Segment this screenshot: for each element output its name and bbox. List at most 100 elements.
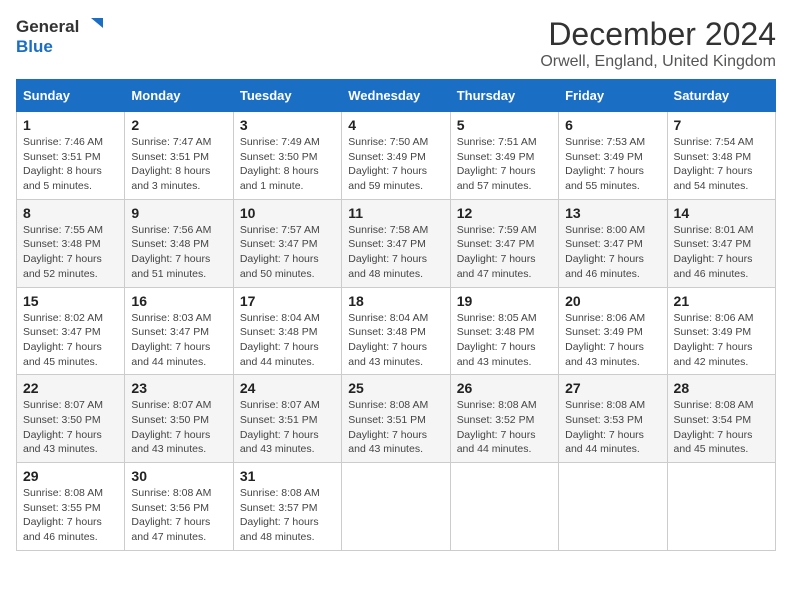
day-info: Sunrise: 7:49 AMSunset: 3:50 PMDaylight:… — [240, 135, 335, 194]
header-day-tuesday: Tuesday — [233, 80, 341, 112]
day-info: Sunrise: 7:57 AMSunset: 3:47 PMDaylight:… — [240, 223, 335, 282]
day-number: 10 — [240, 205, 335, 221]
calendar-cell: 21Sunrise: 8:06 AMSunset: 3:49 PMDayligh… — [667, 287, 775, 375]
day-info: Sunrise: 7:58 AMSunset: 3:47 PMDaylight:… — [348, 223, 443, 282]
header-day-monday: Monday — [125, 80, 233, 112]
calendar-cell: 5Sunrise: 7:51 AMSunset: 3:49 PMDaylight… — [450, 112, 558, 200]
month-title: December 2024 — [540, 16, 776, 53]
header-day-wednesday: Wednesday — [342, 80, 450, 112]
location-text: Orwell, England, United Kingdom — [540, 53, 776, 71]
day-number: 1 — [23, 117, 118, 133]
header-day-thursday: Thursday — [450, 80, 558, 112]
day-number: 6 — [565, 117, 660, 133]
day-info: Sunrise: 7:55 AMSunset: 3:48 PMDaylight:… — [23, 223, 118, 282]
day-info: Sunrise: 7:50 AMSunset: 3:49 PMDaylight:… — [348, 135, 443, 194]
calendar-cell: 26Sunrise: 8:08 AMSunset: 3:52 PMDayligh… — [450, 375, 558, 463]
day-info: Sunrise: 8:08 AMSunset: 3:51 PMDaylight:… — [348, 398, 443, 457]
calendar-header-row: SundayMondayTuesdayWednesdayThursdayFrid… — [17, 80, 776, 112]
calendar-body: 1 Sunrise: 7:46 AMSunset: 3:51 PMDaylight… — [17, 112, 776, 551]
calendar-cell: 22 Sunrise: 8:07 AMSunset: 3:50 PMDayligh… — [17, 375, 125, 463]
day-info: Sunrise: 8:00 AMSunset: 3:47 PMDaylight:… — [565, 223, 660, 282]
calendar-cell: 2Sunrise: 7:47 AMSunset: 3:51 PMDaylight… — [125, 112, 233, 200]
day-info: Sunrise: 7:46 AMSunset: 3:51 PMDaylight:… — [23, 135, 118, 194]
day-number: 26 — [457, 380, 552, 396]
calendar-cell: 13 Sunrise: 8:00 AMSunset: 3:47 PMDayligh… — [559, 199, 667, 287]
calendar-cell — [342, 463, 450, 551]
day-info: Sunrise: 8:01 AMSunset: 3:47 PMDaylight:… — [674, 223, 769, 282]
calendar-cell — [667, 463, 775, 551]
day-number: 8 — [23, 205, 118, 221]
day-number: 16 — [131, 293, 226, 309]
calendar-cell — [450, 463, 558, 551]
day-number: 15 — [23, 293, 118, 309]
day-info: Sunrise: 8:07 AMSunset: 3:50 PMDaylight:… — [23, 398, 118, 457]
day-number: 13 — [565, 205, 660, 221]
day-info: Sunrise: 8:08 AMSunset: 3:55 PMDaylight:… — [23, 486, 118, 545]
day-info: Sunrise: 7:56 AMSunset: 3:48 PMDaylight:… — [131, 223, 226, 282]
day-number: 9 — [131, 205, 226, 221]
calendar-cell: 14 Sunrise: 8:01 AMSunset: 3:47 PMDayligh… — [667, 199, 775, 287]
calendar-cell: 29 Sunrise: 8:08 AMSunset: 3:55 PMDayligh… — [17, 463, 125, 551]
day-info: Sunrise: 7:47 AMSunset: 3:51 PMDaylight:… — [131, 135, 226, 194]
day-info: Sunrise: 8:08 AMSunset: 3:53 PMDaylight:… — [565, 398, 660, 457]
calendar-cell: 1 Sunrise: 7:46 AMSunset: 3:51 PMDaylight… — [17, 112, 125, 200]
calendar-cell: 24Sunrise: 8:07 AMSunset: 3:51 PMDayligh… — [233, 375, 341, 463]
day-info: Sunrise: 8:02 AMSunset: 3:47 PMDaylight:… — [23, 311, 118, 370]
calendar-cell: 12Sunrise: 7:59 AMSunset: 3:47 PMDayligh… — [450, 199, 558, 287]
calendar-cell: 25 Sunrise: 8:08 AMSunset: 3:51 PMDayligh… — [342, 375, 450, 463]
day-info: Sunrise: 7:54 AMSunset: 3:48 PMDaylight:… — [674, 135, 769, 194]
calendar-cell: 10 Sunrise: 7:57 AMSunset: 3:47 PMDayligh… — [233, 199, 341, 287]
calendar-week-2: 8 Sunrise: 7:55 AMSunset: 3:48 PMDaylight… — [17, 199, 776, 287]
calendar-table: SundayMondayTuesdayWednesdayThursdayFrid… — [16, 79, 776, 551]
calendar-cell: 16 Sunrise: 8:03 AMSunset: 3:47 PMDayligh… — [125, 287, 233, 375]
day-number: 20 — [565, 293, 660, 309]
day-number: 17 — [240, 293, 335, 309]
day-info: Sunrise: 8:07 AMSunset: 3:51 PMDaylight:… — [240, 398, 335, 457]
day-number: 3 — [240, 117, 335, 133]
day-info: Sunrise: 8:08 AMSunset: 3:54 PMDaylight:… — [674, 398, 769, 457]
day-info: Sunrise: 8:08 AMSunset: 3:56 PMDaylight:… — [131, 486, 226, 545]
page-header: General Blue December 2024 Orwell, Engla… — [16, 16, 776, 71]
header-day-friday: Friday — [559, 80, 667, 112]
calendar-cell: 4Sunrise: 7:50 AMSunset: 3:49 PMDaylight… — [342, 112, 450, 200]
day-info: Sunrise: 8:06 AMSunset: 3:49 PMDaylight:… — [674, 311, 769, 370]
calendar-week-4: 22 Sunrise: 8:07 AMSunset: 3:50 PMDayligh… — [17, 375, 776, 463]
day-number: 27 — [565, 380, 660, 396]
day-number: 22 — [23, 380, 118, 396]
day-number: 31 — [240, 468, 335, 484]
day-number: 11 — [348, 205, 443, 221]
calendar-cell: 20 Sunrise: 8:06 AMSunset: 3:49 PMDayligh… — [559, 287, 667, 375]
calendar-week-1: 1 Sunrise: 7:46 AMSunset: 3:51 PMDaylight… — [17, 112, 776, 200]
day-number: 12 — [457, 205, 552, 221]
day-number: 7 — [674, 117, 769, 133]
calendar-cell: 7 Sunrise: 7:54 AMSunset: 3:48 PMDaylight… — [667, 112, 775, 200]
day-number: 25 — [348, 380, 443, 396]
day-info: Sunrise: 8:07 AMSunset: 3:50 PMDaylight:… — [131, 398, 226, 457]
calendar-cell: 23 Sunrise: 8:07 AMSunset: 3:50 PMDayligh… — [125, 375, 233, 463]
calendar-week-3: 15 Sunrise: 8:02 AMSunset: 3:47 PMDayligh… — [17, 287, 776, 375]
calendar-cell: 27 Sunrise: 8:08 AMSunset: 3:53 PMDayligh… — [559, 375, 667, 463]
day-number: 19 — [457, 293, 552, 309]
logo: General Blue — [16, 16, 103, 57]
day-number: 28 — [674, 380, 769, 396]
day-info: Sunrise: 8:06 AMSunset: 3:49 PMDaylight:… — [565, 311, 660, 370]
calendar-cell: 31Sunrise: 8:08 AMSunset: 3:57 PMDayligh… — [233, 463, 341, 551]
calendar-cell: 3 Sunrise: 7:49 AMSunset: 3:50 PMDaylight… — [233, 112, 341, 200]
day-info: Sunrise: 7:53 AMSunset: 3:49 PMDaylight:… — [565, 135, 660, 194]
day-number: 29 — [23, 468, 118, 484]
day-info: Sunrise: 8:04 AMSunset: 3:48 PMDaylight:… — [240, 311, 335, 370]
calendar-cell: 17 Sunrise: 8:04 AMSunset: 3:48 PMDayligh… — [233, 287, 341, 375]
day-info: Sunrise: 8:03 AMSunset: 3:47 PMDaylight:… — [131, 311, 226, 370]
logo-blue: Blue — [16, 38, 103, 57]
calendar-cell: 9 Sunrise: 7:56 AMSunset: 3:48 PMDaylight… — [125, 199, 233, 287]
day-number: 23 — [131, 380, 226, 396]
day-number: 14 — [674, 205, 769, 221]
calendar-cell: 8 Sunrise: 7:55 AMSunset: 3:48 PMDaylight… — [17, 199, 125, 287]
calendar-cell: 6 Sunrise: 7:53 AMSunset: 3:49 PMDaylight… — [559, 112, 667, 200]
calendar-cell: 19 Sunrise: 8:05 AMSunset: 3:48 PMDayligh… — [450, 287, 558, 375]
title-section: December 2024 Orwell, England, United Ki… — [540, 16, 776, 71]
day-info: Sunrise: 7:51 AMSunset: 3:49 PMDaylight:… — [457, 135, 552, 194]
day-info: Sunrise: 8:05 AMSunset: 3:48 PMDaylight:… — [457, 311, 552, 370]
calendar-cell: 11 Sunrise: 7:58 AMSunset: 3:47 PMDayligh… — [342, 199, 450, 287]
calendar-cell: 18Sunrise: 8:04 AMSunset: 3:48 PMDayligh… — [342, 287, 450, 375]
